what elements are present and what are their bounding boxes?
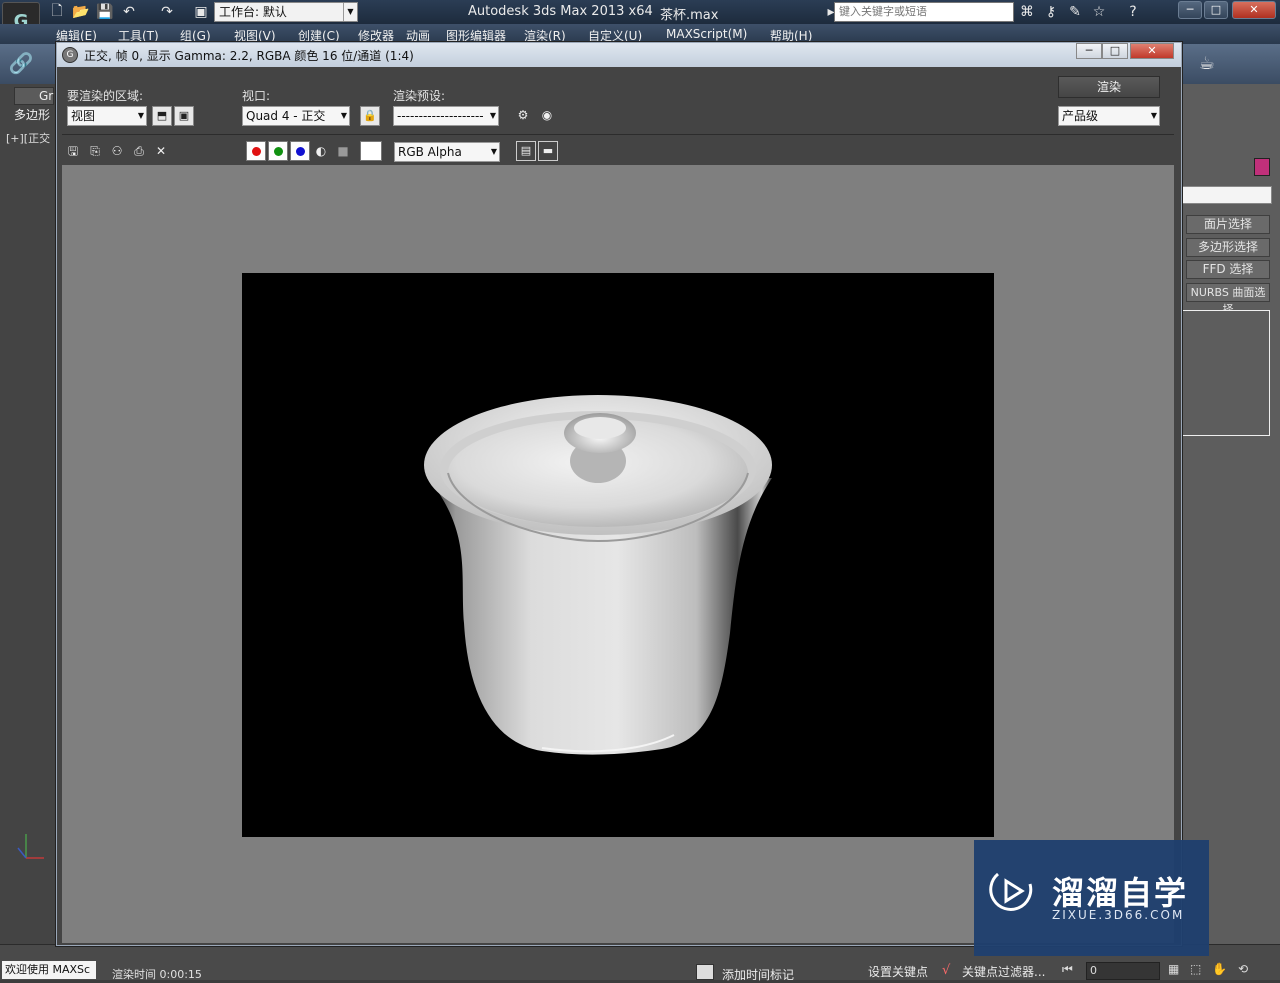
zoom-extents-icon[interactable]: ▦ xyxy=(1168,962,1179,976)
pan-hand-icon[interactable]: ✋ xyxy=(1212,962,1227,976)
key-filters-button[interactable]: 关键点过滤器... xyxy=(962,963,1045,980)
search-input[interactable] xyxy=(834,2,1014,22)
chevron-down-icon: ▼ xyxy=(490,147,497,156)
go-to-start-icon[interactable]: ⏮ xyxy=(1062,962,1073,977)
teacup-render xyxy=(424,395,772,755)
favorites-star-icon[interactable]: ☆ xyxy=(1090,3,1108,21)
area-to-render-value: 视图 xyxy=(71,109,96,123)
project-folder-icon[interactable]: ▣ xyxy=(192,3,210,21)
redo-icon[interactable]: ↷ xyxy=(158,3,176,21)
viewport-value: Quad 4 - 正交 xyxy=(246,109,326,123)
area-to-render-label: 要渲染的区域: xyxy=(67,89,144,103)
alpha-channel-icon[interactable]: ◐ xyxy=(312,142,330,160)
render-preset-label: 渲染预设: xyxy=(393,89,446,103)
object-color-swatch[interactable] xyxy=(1254,158,1270,176)
teapot-render-icon[interactable]: ☕ xyxy=(1198,53,1216,74)
ffd-select-button[interactable]: FFD 选择 xyxy=(1186,260,1270,279)
render-frame-title: 正交, 帧 0, 显示 Gamma: 2.2, RGBA 颜色 16 位/通道 … xyxy=(84,49,414,63)
rendered-image xyxy=(242,273,994,837)
edit-region-icon[interactable]: ⬒ xyxy=(152,106,172,126)
menu-maxscript[interactable]: MAXScript(M) xyxy=(666,27,747,41)
green-channel-toggle[interactable] xyxy=(268,141,288,161)
minimize-button[interactable]: ─ xyxy=(1178,1,1202,19)
current-frame-input[interactable]: 0 xyxy=(1086,962,1160,980)
nurbs-select-button[interactable]: NURBS 曲面选择 xyxy=(1186,283,1270,316)
render-controls-panel xyxy=(62,70,1174,164)
set-key-button[interactable]: 设置关键点 xyxy=(868,963,928,980)
auto-region-icon[interactable]: ▣ xyxy=(174,106,194,126)
toggle-ui-icon[interactable]: ▬ xyxy=(538,141,558,161)
copy-image-icon[interactable]: ⎘ xyxy=(86,142,104,160)
ribbon-tab[interactable]: Gr xyxy=(14,87,54,105)
left-viewport-strip xyxy=(0,84,56,944)
display-channel-value: RGB Alpha xyxy=(398,145,462,159)
patch-select-button[interactable]: 面片选择 xyxy=(1186,215,1270,234)
maximize-button[interactable]: □ xyxy=(1204,1,1228,19)
rf-close-button[interactable]: ✕ xyxy=(1130,43,1174,59)
print-image-icon[interactable]: ⎙ xyxy=(130,142,148,160)
render-setup-icon[interactable]: ⚙ xyxy=(514,106,532,124)
red-channel-toggle[interactable] xyxy=(246,141,266,161)
render-button[interactable]: 渲染 xyxy=(1058,76,1160,98)
pixel-color-swatch[interactable] xyxy=(360,141,382,161)
link-icon[interactable]: 🔗 xyxy=(9,51,34,75)
chevron-down-icon: ▼ xyxy=(343,3,357,21)
viewport-dropdown[interactable]: Quad 4 - 正交 ▼ xyxy=(242,106,350,126)
window-file-name: 茶杯.max xyxy=(660,8,719,23)
open-file-icon[interactable]: 📂 xyxy=(72,3,90,21)
orbit-icon[interactable]: ⟲ xyxy=(1238,962,1248,976)
command-panel xyxy=(1176,84,1280,944)
render-preset-value: -------------------- xyxy=(397,109,484,123)
save-image-icon[interactable]: 🖫 xyxy=(64,142,82,160)
chevron-down-icon: ▼ xyxy=(137,111,144,120)
modifier-list-dropdown[interactable] xyxy=(1182,186,1272,204)
workspace-value: 工作台: 默认 xyxy=(219,5,287,19)
modifier-stack-list[interactable] xyxy=(1182,310,1270,436)
viewport-label[interactable]: [+][正交 xyxy=(6,130,50,146)
window-title: Autodesk 3ds Max 2013 x64 xyxy=(468,4,653,19)
clear-image-icon[interactable]: ✕ xyxy=(152,142,170,160)
lock-icon[interactable]: 🔒 xyxy=(360,106,380,126)
subscription-icon[interactable]: ✎ xyxy=(1066,3,1084,21)
play-logo-icon xyxy=(986,866,1036,916)
poly-modeling-label[interactable]: 多边形 xyxy=(14,106,50,123)
render-preset-dropdown[interactable]: -------------------- ▼ xyxy=(393,106,499,126)
close-button[interactable]: ✕ xyxy=(1232,1,1276,19)
clone-frame-icon[interactable]: ⚇ xyxy=(108,142,126,160)
chevron-down-icon: ▼ xyxy=(340,111,347,120)
monochrome-icon[interactable]: ■ xyxy=(334,142,352,160)
maxscript-listener[interactable]: 欢迎使用 MAXSc xyxy=(2,961,96,979)
viewport-label: 视口: xyxy=(242,89,271,103)
render-frame-icon: G xyxy=(62,47,78,63)
time-tag-icon[interactable] xyxy=(696,964,714,980)
key-icon[interactable]: ⚷ xyxy=(1042,3,1060,21)
key-curve-icon: √ xyxy=(942,963,951,978)
toggle-ui-overlay-icon[interactable]: ▤ xyxy=(516,141,536,161)
axis-gizmo-icon xyxy=(16,828,46,862)
save-file-icon[interactable]: 💾 xyxy=(96,3,114,21)
poly-select-button[interactable]: 多边形选择 xyxy=(1186,238,1270,257)
area-to-render-dropdown[interactable]: 视图 ▼ xyxy=(67,106,147,126)
help-icon[interactable]: ? xyxy=(1124,3,1142,21)
display-channel-dropdown[interactable]: RGB Alpha ▼ xyxy=(394,142,500,162)
rf-minimize-button[interactable]: ─ xyxy=(1076,43,1102,59)
chevron-down-icon: ▼ xyxy=(1150,111,1157,120)
render-quality-value: 产品级 xyxy=(1062,109,1099,123)
watermark-url: ZIXUE.3D66.COM xyxy=(1052,908,1185,922)
render-quality-dropdown[interactable]: 产品级 ▼ xyxy=(1058,106,1160,126)
controls-separator xyxy=(62,134,1174,135)
undo-icon[interactable]: ↶ xyxy=(120,3,138,21)
add-time-tag-button[interactable]: 添加时间标记 xyxy=(722,966,794,983)
blue-channel-toggle[interactable] xyxy=(290,141,310,161)
binoculars-icon[interactable]: ⌘ xyxy=(1018,3,1036,21)
rf-maximize-button[interactable]: □ xyxy=(1102,43,1128,59)
workspace-dropdown[interactable]: 工作台: 默认 ▼ xyxy=(214,2,358,22)
environment-icon[interactable]: ◉ xyxy=(538,106,556,124)
new-file-icon[interactable]: 🗋 xyxy=(48,3,66,21)
chevron-down-icon: ▼ xyxy=(489,111,496,120)
region-zoom-icon[interactable]: ⬚ xyxy=(1190,962,1201,976)
